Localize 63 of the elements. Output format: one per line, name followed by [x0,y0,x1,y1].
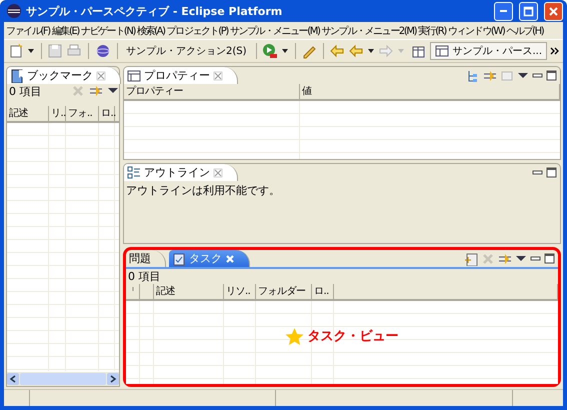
menu-item[interactable]: 実行(R) [417,24,447,38]
menu-item[interactable]: プロジェクト(P) [166,24,229,38]
menu-item[interactable]: 編集(E) [50,24,80,38]
column-header[interactable]: ロ.. [312,284,334,299]
more-icon[interactable] [550,46,560,56]
column-header[interactable]: リ.. [49,106,66,121]
column-header[interactable]: 記述 [7,106,49,121]
outline-icon [127,166,141,180]
view-tab[interactable]: 問題 [126,250,166,267]
menu-item[interactable]: ナビゲート(N) [80,24,136,38]
view-tab[interactable]: プロパティー [124,67,238,84]
close-icon[interactable] [213,168,223,178]
categories-icon[interactable] [466,68,480,82]
filter-icon[interactable] [89,84,103,98]
sample-action-button[interactable]: サンプル・アクション2(S) [122,43,250,59]
column-header[interactable]: リソ.. [224,284,256,299]
eclipse-logo-icon [6,3,22,19]
close-button[interactable] [544,2,563,20]
close-icon [548,6,559,16]
menu-item[interactable]: サンプル・メニュー2(M) [320,24,418,38]
run-icon[interactable] [262,43,278,59]
bookmark-icon [10,68,24,82]
scroll-left-icon[interactable] [7,373,19,385]
menu-item[interactable]: ファイル(F) [5,24,51,38]
menu-item[interactable]: ウィンドウ(W) [446,24,506,38]
star-icon [286,328,304,344]
column-header[interactable]: 値 [300,84,560,99]
item-count: 0 項目 [8,84,42,99]
column-header[interactable]: 記述 [154,284,224,299]
new-file-icon[interactable] [8,43,24,59]
properties-icon [127,68,141,82]
view-tab[interactable]: タスク [169,250,250,267]
column-header[interactable]: プロパティー [124,84,300,99]
globe-icon[interactable] [94,43,111,59]
filter-icon[interactable] [483,68,497,82]
column-header[interactable]: フォ.. [66,106,99,121]
scrollbar-thumb[interactable] [20,373,106,385]
maximize-icon[interactable] [544,253,555,264]
maximize-icon [523,6,534,16]
perspective-button[interactable]: サンプル・パース... [430,42,548,60]
maximize-button[interactable] [519,2,538,20]
column-header[interactable]: ロ.. [99,106,115,121]
window-title: サンプル・パースペクティブ - Eclipse Platform [26,4,284,18]
close-icon[interactable] [213,70,223,80]
outline-message: アウトラインは利用不能です。 [125,183,281,199]
menu-item[interactable]: 検索(A) [136,24,166,38]
add-task-icon[interactable] [464,252,478,266]
minimize-icon [500,10,507,12]
menu-item[interactable]: ヘルプ(H) [505,24,544,38]
filter-icon[interactable] [498,252,512,266]
menu-item[interactable]: サンプル・メニュー(M) [228,24,321,38]
task-icon [172,252,186,266]
item-count: 0 項目 [127,270,162,283]
perspective-icon [435,44,450,58]
scroll-right-icon[interactable] [107,373,119,385]
maximize-icon[interactable] [546,70,557,81]
callout-label: タスク・ビュー [308,328,398,345]
view-tab[interactable]: ブックマーク [7,67,121,84]
view-tab[interactable]: アウトライン [124,164,238,181]
column-header[interactable]: フォルダー [256,284,312,299]
minimize-button[interactable] [494,2,513,20]
close-icon[interactable] [96,70,106,80]
maximize-icon[interactable] [546,167,557,178]
